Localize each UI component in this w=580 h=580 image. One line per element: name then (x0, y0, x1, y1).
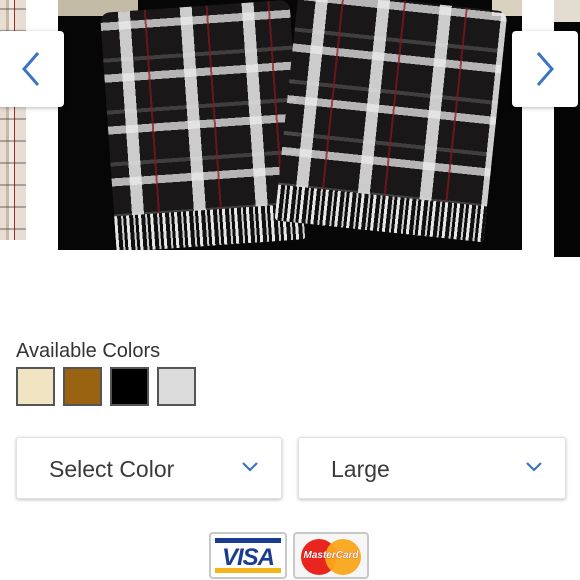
visa-logo: VISA (209, 532, 287, 579)
mastercard-logo: MasterCard (293, 532, 369, 579)
size-select-value: Large (331, 456, 390, 482)
next-image-thumbnail-top (554, 0, 580, 22)
color-select[interactable]: Select Color (16, 437, 282, 499)
chevron-left-icon (22, 52, 40, 86)
next-image-button[interactable] (512, 31, 578, 107)
swatch-black[interactable] (110, 367, 149, 406)
product-image-carousel[interactable] (0, 0, 580, 258)
swatch-light-gray[interactable] (157, 367, 196, 406)
available-colors-label: Available Colors (16, 340, 161, 362)
chevron-right-icon (536, 52, 554, 86)
visa-logo-text: VISA (221, 544, 275, 571)
chevron-down-icon (526, 462, 542, 472)
chevron-down-icon (242, 462, 258, 472)
swatch-cream[interactable] (16, 367, 55, 406)
color-select-value: Select Color (49, 456, 175, 482)
size-select[interactable]: Large (298, 437, 566, 499)
product-photo-scarf (58, 0, 522, 250)
mastercard-logo-text: MasterCard (303, 550, 359, 561)
scarf-right-panel (274, 0, 508, 243)
color-swatches (16, 367, 196, 406)
previous-image-button[interactable] (0, 31, 64, 107)
swatch-camel[interactable] (63, 367, 102, 406)
